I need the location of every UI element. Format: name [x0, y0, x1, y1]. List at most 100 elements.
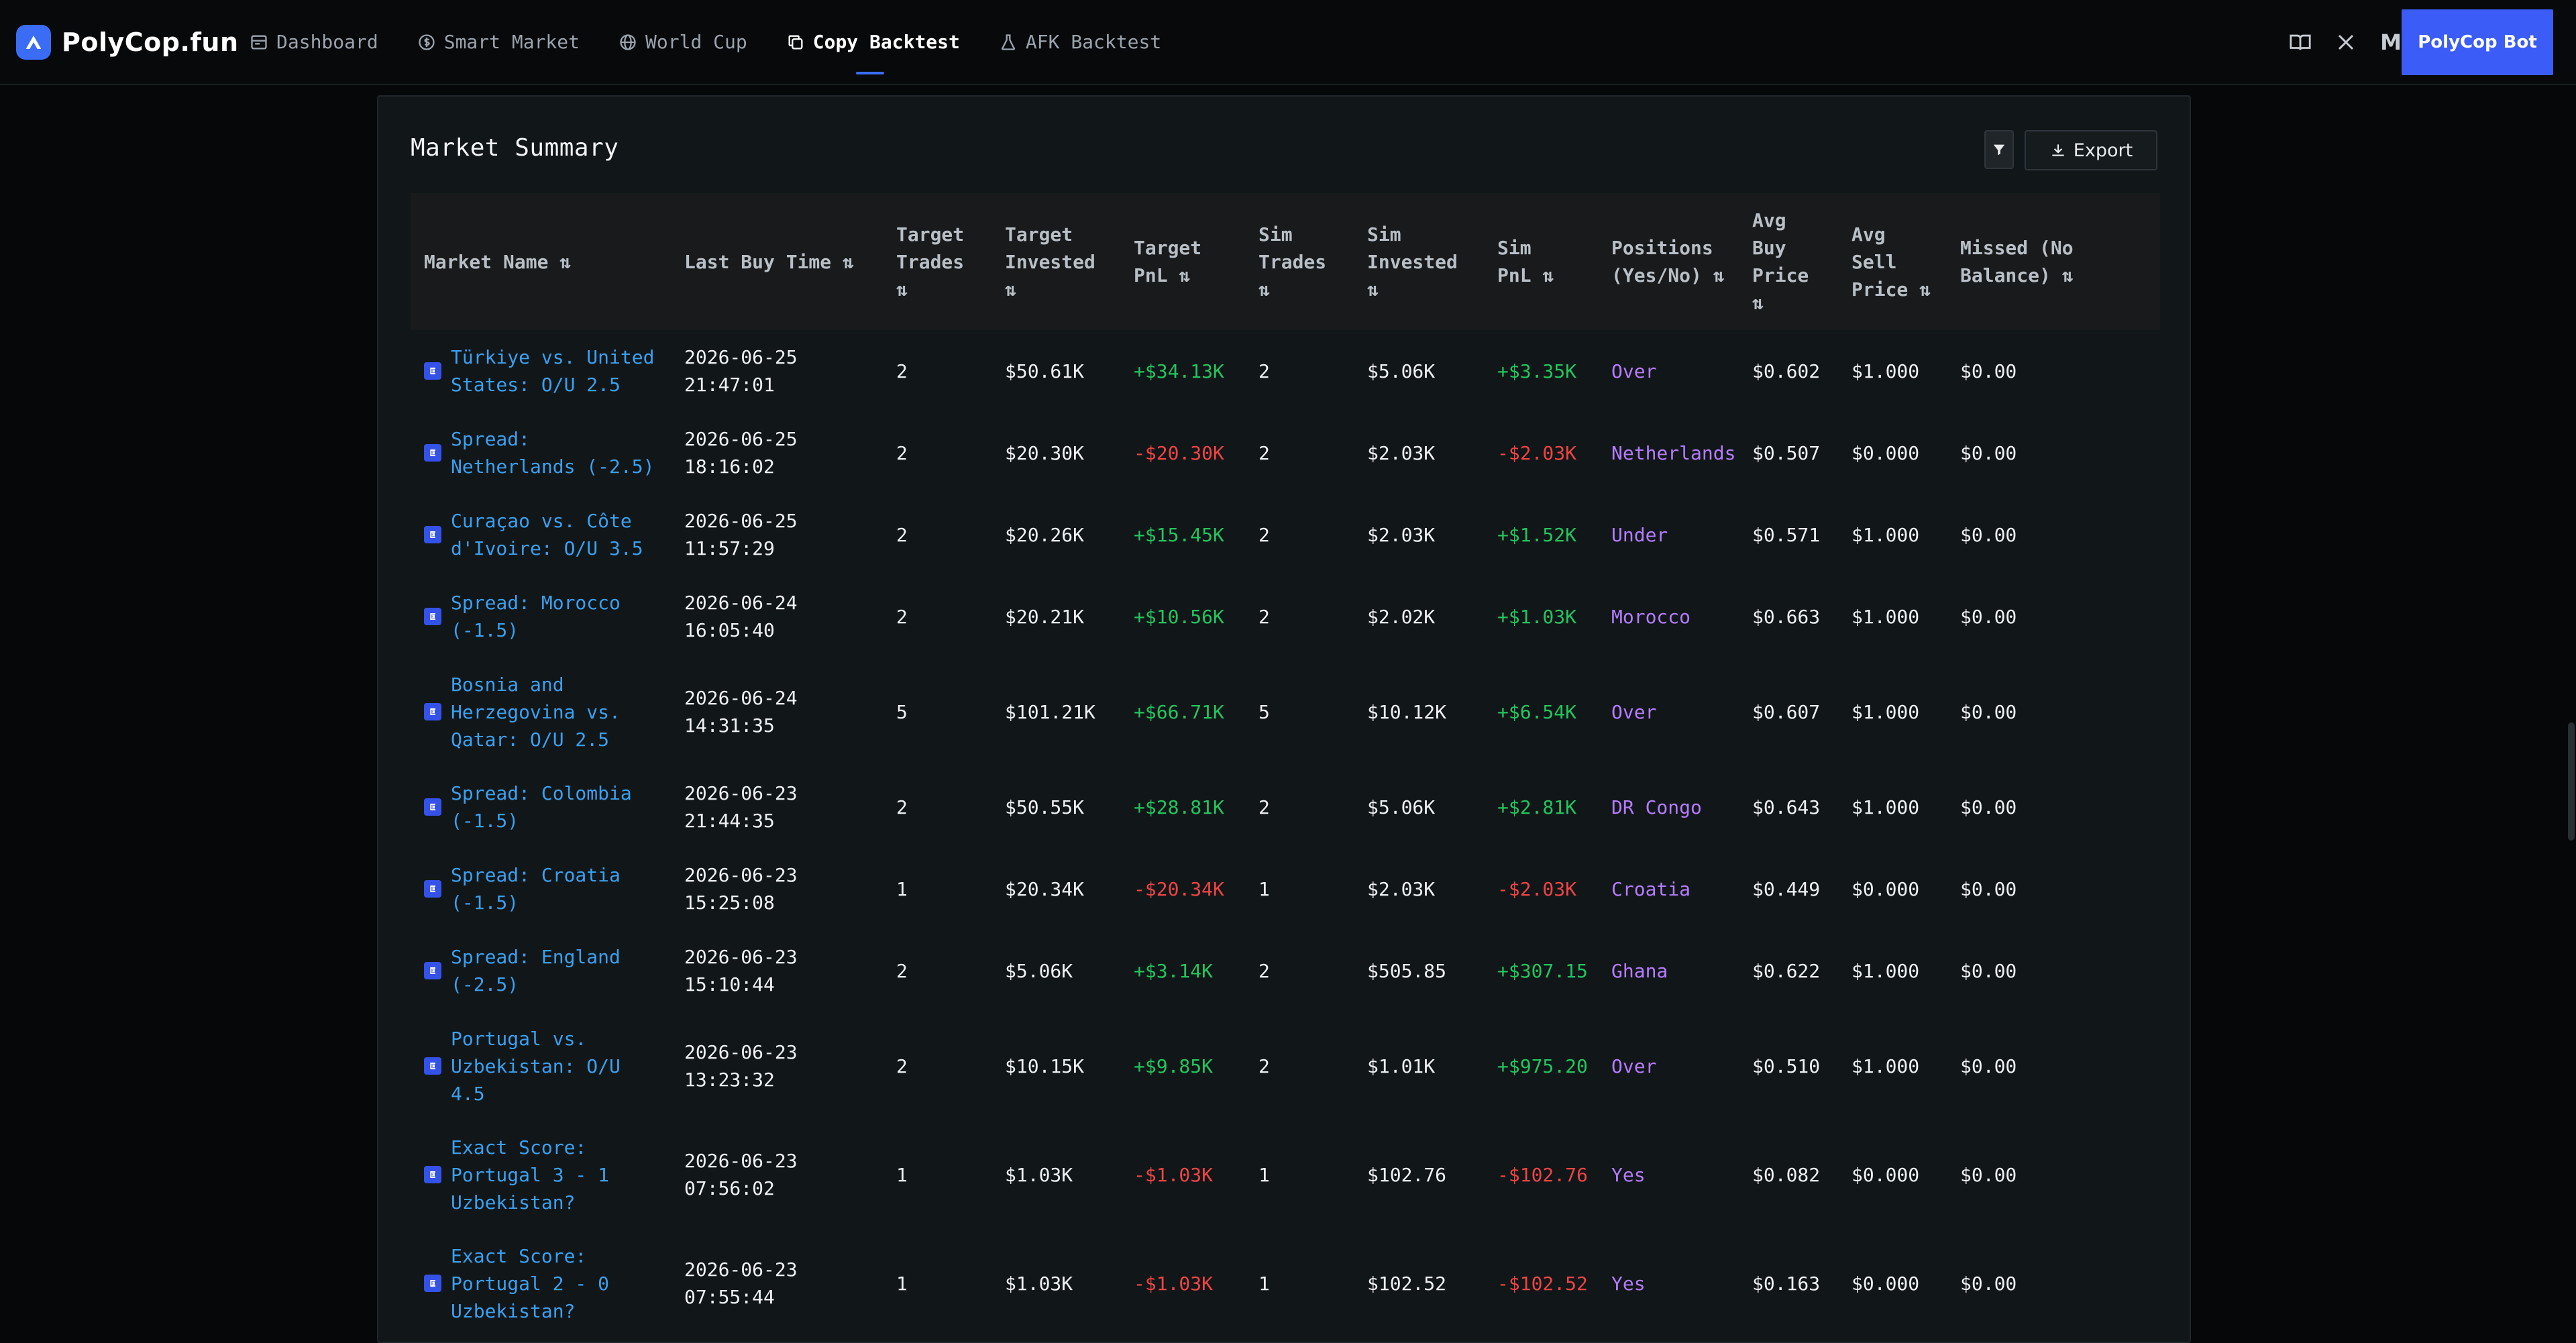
market-name-cell[interactable]: Spread: England (-2.5) — [411, 930, 671, 1012]
nav-dashboard[interactable]: Dashboard — [250, 0, 378, 84]
nav-copy-backtest[interactable]: Copy Backtest — [786, 0, 960, 84]
market-link[interactable]: Exact Score: Portugal 2 - 0 Uzbekistan? — [424, 1242, 664, 1325]
market-icon — [424, 526, 441, 543]
market-link[interactable]: Portugal vs. Uzbekistan: O/U 4.5 — [424, 1025, 664, 1108]
table-row[interactable]: Exact Score: Portugal 2 - 0 Uzbekistan? 2… — [411, 1229, 2160, 1338]
table-row[interactable]: Türkiye vs. United States: O/U 2.5 2026-0… — [411, 330, 2160, 412]
table-row[interactable]: Bosnia and Herzegovina vs. Qatar: O/U 2.… — [411, 657, 2160, 766]
market-link[interactable]: Spread: Croatia (-1.5) — [424, 861, 664, 916]
table-row[interactable]: Spread: Croatia (-1.5) 2026-06-23 15:25:0… — [411, 848, 2160, 930]
col-sim-invested[interactable]: Sim Invested ⇅ — [1354, 193, 1484, 330]
sim-invested-value: $2.02K — [1367, 605, 1436, 628]
scrollbar-thumb[interactable] — [2568, 722, 2575, 841]
medium-link[interactable]: M — [2380, 30, 2402, 55]
col-last-buy-time[interactable]: Last Buy Time ⇅ — [671, 193, 883, 330]
col-sim-pnl[interactable]: Sim PnL ⇅ — [1484, 193, 1598, 330]
last-buy-time-value: 2026-06-23 15:25:08 — [684, 864, 798, 914]
market-name[interactable]: Curaçao vs. Côte d'Ivoire: O/U 3.5 — [451, 507, 664, 562]
polycop-logo-icon — [16, 25, 51, 60]
position-cell: Over — [1598, 1012, 1739, 1120]
table-row[interactable]: Curaçao vs. Côte d'Ivoire: O/U 3.5 2026-0… — [411, 494, 2160, 576]
market-link[interactable]: Exact Score: Portugal 3 - 1 Uzbekistan? — [424, 1134, 664, 1216]
market-name-cell[interactable]: Spread: Colombia (-1.5) — [411, 766, 671, 848]
market-name-cell[interactable]: Spread: Netherlands (-2.5) — [411, 412, 671, 494]
sim-trades-value: 2 — [1258, 523, 1270, 546]
market-name[interactable]: Türkiye vs. United States: O/U 2.5 — [451, 343, 664, 398]
market-name-cell[interactable]: Spread: Morocco (-1.5) — [411, 576, 671, 657]
table-row[interactable]: Spread: Netherlands (-2.5) 2026-06-25 18:… — [411, 412, 2160, 494]
col-positions[interactable]: Positions (Yes/No) ⇅ — [1598, 193, 1739, 330]
target-trades-value: 2 — [896, 1055, 908, 1077]
market-name-cell[interactable]: Portugal vs. Uzbekistan: O/U 4.5 — [411, 1012, 671, 1120]
sim-invested-cell: $5.06K — [1354, 330, 1484, 412]
filter-button[interactable] — [1984, 130, 2014, 169]
avg-sell-price-cell: $1.000 — [1838, 330, 1947, 412]
target-trades-value: 1 — [896, 877, 908, 900]
market-link[interactable]: Spread: Netherlands (-2.5) — [424, 425, 664, 480]
page-scrollbar[interactable] — [2567, 85, 2576, 1331]
last-buy-time-cell: 2026-06-23 15:25:08 — [671, 848, 883, 930]
nav-afk-backtest[interactable]: AFK Backtest — [999, 0, 1161, 84]
market-link[interactable]: Spread: Colombia (-1.5) — [424, 780, 664, 835]
col-avg-buy-price[interactable]: Avg Buy Price ⇅ — [1739, 193, 1838, 330]
sim-pnl-value: +$1.03K — [1497, 605, 1577, 628]
market-name[interactable]: Portugal vs. Uzbekistan: O/U 4.5 — [451, 1025, 664, 1108]
market-name[interactable]: Spread: Netherlands (-2.5) — [451, 425, 664, 480]
col-avg-sell-price[interactable]: Avg Sell Price ⇅ — [1838, 193, 1947, 330]
avg-sell-price-cell: $0.000 — [1838, 412, 1947, 494]
col-missed[interactable]: Missed (No Balance) ⇅ — [1947, 193, 2160, 330]
dashboard-icon — [251, 35, 267, 49]
market-name-cell[interactable]: Curaçao vs. Côte d'Ivoire: O/U 3.5 — [411, 494, 671, 576]
sim-trades-cell: 2 — [1245, 412, 1354, 494]
nav-smart-market[interactable]: Smart Market — [417, 0, 580, 84]
polycop-bot-button[interactable]: PolyCop Bot — [2402, 9, 2553, 75]
sim-invested-cell: $10.12K — [1354, 657, 1484, 766]
market-name[interactable]: Exact Score: Portugal 2 - 0 Uzbekistan? — [451, 1242, 664, 1325]
market-name-cell[interactable]: Türkiye vs. United States: O/U 2.5 — [411, 330, 671, 412]
sim-trades-value: 1 — [1258, 1163, 1270, 1186]
col-market-name[interactable]: Market Name ⇅ — [411, 193, 671, 330]
market-name[interactable]: Exact Score: Portugal 3 - 1 Uzbekistan? — [451, 1134, 664, 1216]
avg-sell-price-cell: $1.000 — [1838, 657, 1947, 766]
avg-sell-price-value: $1.000 — [1851, 700, 1920, 723]
market-name[interactable]: Spread: Morocco (-1.5) — [451, 589, 664, 644]
avg-sell-price-cell: $1.000 — [1838, 1012, 1947, 1120]
market-name[interactable]: Spread: England (-2.5) — [451, 943, 664, 998]
table-row[interactable]: Spread: Colombia (-1.5) 2026-06-23 21:44:… — [411, 766, 2160, 848]
col-target-trades[interactable]: Target Trades ⇅ — [883, 193, 991, 330]
col-target-pnl[interactable]: Target PnL ⇅ — [1120, 193, 1245, 330]
table-row[interactable]: Exact Score: Portugal 3 - 1 Uzbekistan? 2… — [411, 1120, 2160, 1229]
market-link[interactable]: Bosnia and Herzegovina vs. Qatar: O/U 2.… — [424, 671, 664, 753]
market-name-cell[interactable]: Exact Score: Portugal 3 - 1 Uzbekistan? — [411, 1120, 671, 1229]
market-name-cell[interactable]: Spread: Croatia (-1.5) — [411, 848, 671, 930]
table-row[interactable]: Spread: England (-2.5) 2026-06-23 15:10:4… — [411, 930, 2160, 1012]
sim-pnl-cell: +$2.81K — [1484, 766, 1598, 848]
market-name-cell[interactable]: Exact Score: Portugal 2 - 0 Uzbekistan? — [411, 1229, 671, 1338]
col-sim-trades[interactable]: Sim Trades ⇅ — [1245, 193, 1354, 330]
market-name[interactable]: Spread: Colombia (-1.5) — [451, 780, 664, 835]
main-nav: Dashboard Smart Market World Cup Copy Ba… — [250, 0, 1200, 84]
export-button[interactable]: Export — [2025, 130, 2157, 170]
market-name[interactable]: Spread: Croatia (-1.5) — [451, 861, 664, 916]
col-target-invested[interactable]: Target Invested ⇅ — [991, 193, 1120, 330]
book-icon[interactable] — [2289, 31, 2312, 54]
avg-buy-price-value: $0.163 — [1752, 1272, 1821, 1295]
market-link[interactable]: Curaçao vs. Côte d'Ivoire: O/U 3.5 — [424, 507, 664, 562]
market-link[interactable]: Spread: England (-2.5) — [424, 943, 664, 998]
avg-buy-price-cell: $0.663 — [1739, 576, 1838, 657]
brand[interactable]: PolyCop.fun — [16, 23, 239, 62]
market-name[interactable]: Bosnia and Herzegovina vs. Qatar: O/U 2.… — [451, 671, 664, 753]
table-row[interactable]: Spread: Morocco (-1.5) 2026-06-24 16:05:4… — [411, 576, 2160, 657]
market-link[interactable]: Türkiye vs. United States: O/U 2.5 — [424, 343, 664, 398]
target-trades-value: 2 — [896, 605, 908, 628]
nav-world-cup[interactable]: World Cup — [619, 0, 747, 84]
market-link[interactable]: Spread: Morocco (-1.5) — [424, 589, 664, 644]
x-icon[interactable] — [2336, 32, 2356, 52]
sim-invested-value: $2.03K — [1367, 877, 1436, 900]
flask-icon — [1001, 34, 1015, 50]
market-name-cell[interactable]: Bosnia and Herzegovina vs. Qatar: O/U 2.… — [411, 657, 671, 766]
table-row[interactable]: Portugal vs. Uzbekistan: O/U 4.5 2026-06-… — [411, 1012, 2160, 1120]
avg-buy-price-value: $0.449 — [1752, 877, 1821, 900]
sim-trades-value: 2 — [1258, 360, 1270, 382]
avg-buy-price-value: $0.571 — [1752, 523, 1821, 546]
